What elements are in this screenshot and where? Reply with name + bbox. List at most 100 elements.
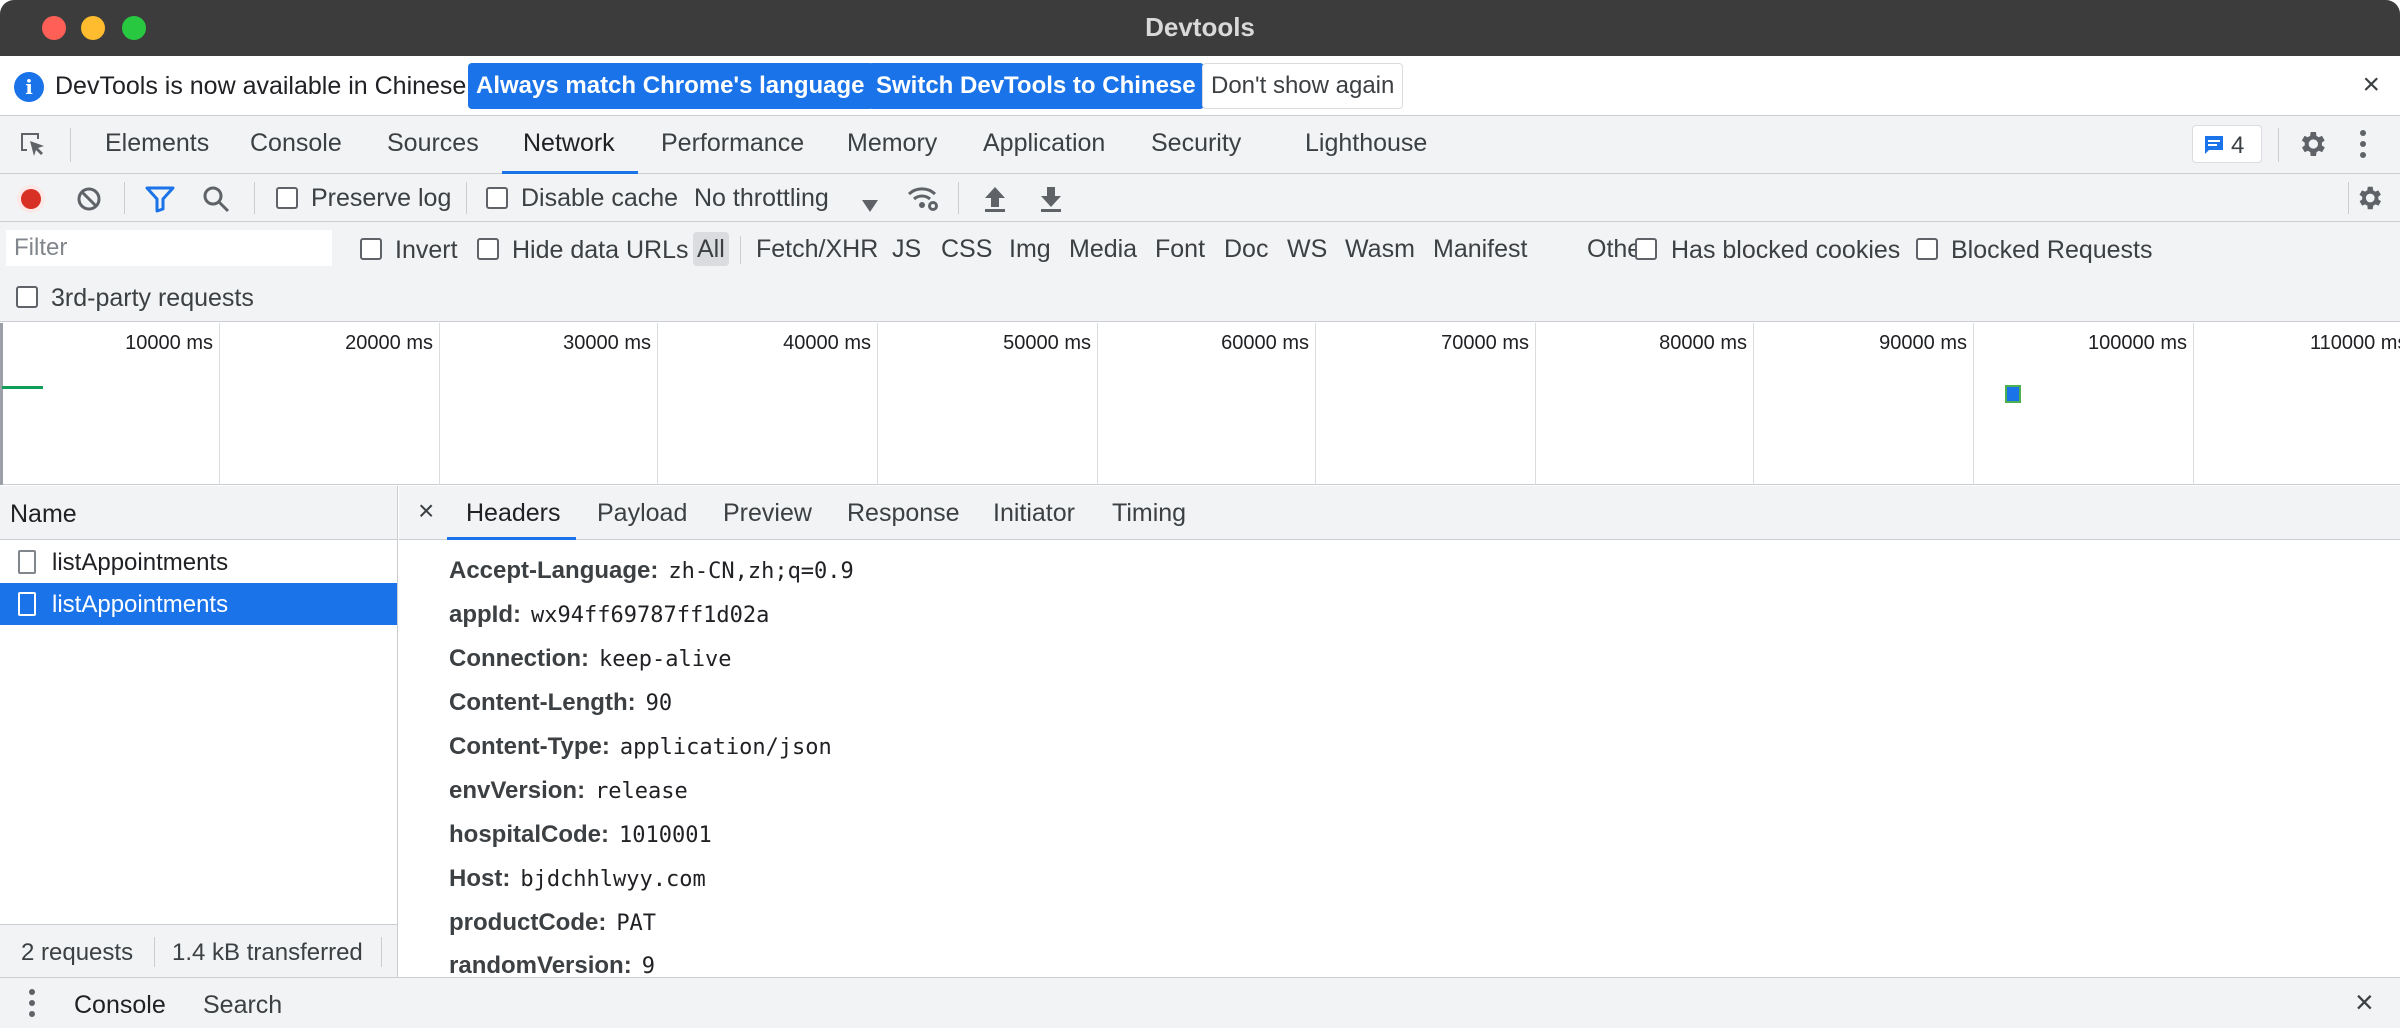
type-filter-ws[interactable]: WS	[1283, 232, 1331, 266]
network-conditions-icon[interactable]	[906, 184, 940, 221]
type-filter-all[interactable]: All	[693, 232, 729, 266]
overview-tick-label: 60000 ms	[1221, 332, 1309, 354]
has-blocked-cookies-checkbox[interactable]	[1635, 238, 1657, 260]
overview-request-bar	[2005, 385, 2021, 403]
request-count: 2 requests	[21, 939, 134, 966]
type-filter-wasm[interactable]: Wasm	[1341, 232, 1419, 266]
record-icon[interactable]	[16, 184, 46, 221]
window-titlebar: Devtools	[0, 0, 2400, 56]
filter-bar: Invert Hide data URLs All Fetch/XHR JS C…	[0, 222, 2400, 322]
preserve-log-checkbox[interactable]	[276, 187, 298, 209]
header-value: 1010001	[619, 823, 712, 848]
close-drawer-icon[interactable]: ×	[2355, 984, 2374, 1021]
overview-tick-label: 100000 ms	[2088, 332, 2187, 354]
tab-timing[interactable]: Timing	[1112, 499, 1186, 528]
infobar-message: DevTools is now available in Chinese!	[55, 72, 474, 100]
preserve-log-label: Preserve log	[311, 184, 452, 212]
request-list: Name listAppointments listAppointments 2…	[0, 486, 398, 977]
transferred-size: 1.4 kB transferred	[172, 939, 363, 966]
drawer-tab-console[interactable]: Console	[74, 991, 166, 1020]
invert-checkbox[interactable]	[360, 238, 382, 260]
always-match-language-button[interactable]: Always match Chrome's language	[468, 63, 873, 109]
import-har-icon[interactable]	[982, 185, 1008, 220]
request-row-selected[interactable]: listAppointments	[0, 583, 397, 625]
tab-headers[interactable]: Headers	[466, 499, 561, 528]
filter-input[interactable]	[6, 230, 332, 266]
header-value: PAT	[616, 911, 657, 936]
type-filter-doc[interactable]: Doc	[1220, 232, 1272, 266]
type-filter-img[interactable]: Img	[1005, 232, 1055, 266]
document-icon	[18, 550, 36, 574]
disable-cache-checkbox[interactable]	[486, 187, 508, 209]
network-overview-timeline[interactable]: 10000 ms 20000 ms 30000 ms 40000 ms 5000…	[0, 323, 2400, 485]
disable-cache-label: Disable cache	[521, 184, 679, 212]
tab-lighthouse[interactable]: Lighthouse	[1305, 129, 1427, 158]
header-key: envVersion:	[449, 777, 586, 804]
export-har-icon[interactable]	[1038, 185, 1064, 220]
blocked-requests-checkbox[interactable]	[1916, 238, 1938, 260]
more-options-icon[interactable]	[2358, 128, 2368, 167]
tab-console[interactable]: Console	[250, 129, 342, 158]
tab-memory[interactable]: Memory	[847, 129, 937, 158]
overview-grid-line	[1535, 323, 1536, 485]
header-row: Content-Length: 90	[449, 689, 672, 717]
overview-tick-label: 40000 ms	[783, 332, 871, 354]
type-filter-font[interactable]: Font	[1151, 232, 1209, 266]
tab-performance[interactable]: Performance	[661, 129, 804, 158]
tab-preview[interactable]: Preview	[723, 499, 812, 528]
header-key: appId:	[449, 601, 521, 628]
third-party-requests-label: 3rd-party requests	[51, 284, 254, 312]
details-tabbar: × Headers Payload Preview Response Initi…	[399, 486, 2400, 540]
header-row: randomVersion: 9	[449, 952, 655, 977]
header-row: Host: bjdchhlwyy.com	[449, 865, 706, 893]
filter-icon[interactable]	[145, 185, 175, 220]
header-value: bjdchhlwyy.com	[520, 867, 706, 892]
tab-application[interactable]: Application	[983, 129, 1105, 158]
tab-response[interactable]: Response	[847, 499, 960, 528]
overview-tick-label: 20000 ms	[345, 332, 433, 354]
inspect-element-icon[interactable]	[18, 130, 48, 167]
overview-grid-line	[2193, 323, 2194, 485]
drawer-tab-search[interactable]: Search	[203, 991, 282, 1020]
close-details-icon[interactable]: ×	[418, 495, 434, 527]
name-column-header[interactable]: Name	[10, 500, 77, 529]
header-row: Connection: keep-alive	[449, 645, 731, 673]
clear-icon[interactable]	[76, 186, 102, 219]
switch-to-chinese-button[interactable]: Switch DevTools to Chinese	[868, 63, 1204, 109]
overview-grid-line	[1753, 323, 1754, 485]
drawer-menu-icon[interactable]	[28, 988, 36, 1025]
drawer-tabbar: Console Search ×	[0, 977, 2400, 1028]
throttling-select[interactable]: No throttling	[694, 184, 829, 213]
tab-security[interactable]: Security	[1151, 129, 1241, 158]
issues-count: 4	[2231, 132, 2245, 159]
header-row: appId: wx94ff69787ff1d02a	[449, 601, 769, 629]
tab-sources[interactable]: Sources	[387, 129, 479, 158]
hide-data-urls-label: Hide data URLs	[512, 236, 689, 264]
overview-grid-line	[877, 323, 878, 485]
toolbar-separator	[254, 182, 255, 214]
request-row[interactable]: listAppointments	[0, 541, 397, 583]
chevron-down-icon[interactable]	[862, 191, 878, 219]
tab-elements[interactable]: Elements	[105, 129, 209, 158]
type-filter-fetch-xhr[interactable]: Fetch/XHR	[752, 232, 882, 266]
type-filter-media[interactable]: Media	[1065, 232, 1141, 266]
close-icon[interactable]: ×	[2362, 68, 2380, 102]
type-filter-css[interactable]: CSS	[937, 232, 996, 266]
tab-network[interactable]: Network	[523, 129, 615, 158]
tab-payload[interactable]: Payload	[597, 499, 687, 528]
overview-start-marker	[0, 323, 3, 485]
issues-button[interactable]: 4	[2192, 125, 2262, 163]
third-party-requests-checkbox[interactable]	[16, 286, 38, 308]
dont-show-again-button[interactable]: Don't show again	[1202, 63, 1404, 109]
tab-initiator[interactable]: Initiator	[993, 499, 1075, 528]
overview-grid-line	[1097, 323, 1098, 485]
type-filter-js[interactable]: JS	[888, 232, 925, 266]
request-details-panel: × Headers Payload Preview Response Initi…	[399, 486, 2400, 977]
request-list-header[interactable]: Name	[0, 486, 397, 540]
settings-gear-icon[interactable]	[2296, 128, 2328, 167]
search-icon[interactable]	[202, 185, 230, 220]
hide-data-urls-checkbox[interactable]	[477, 238, 499, 260]
type-filter-manifest[interactable]: Manifest	[1429, 232, 1531, 266]
network-settings-gear-icon[interactable]	[2354, 183, 2384, 220]
request-summary-bar: 2 requests 1.4 kB transferred	[0, 924, 397, 977]
